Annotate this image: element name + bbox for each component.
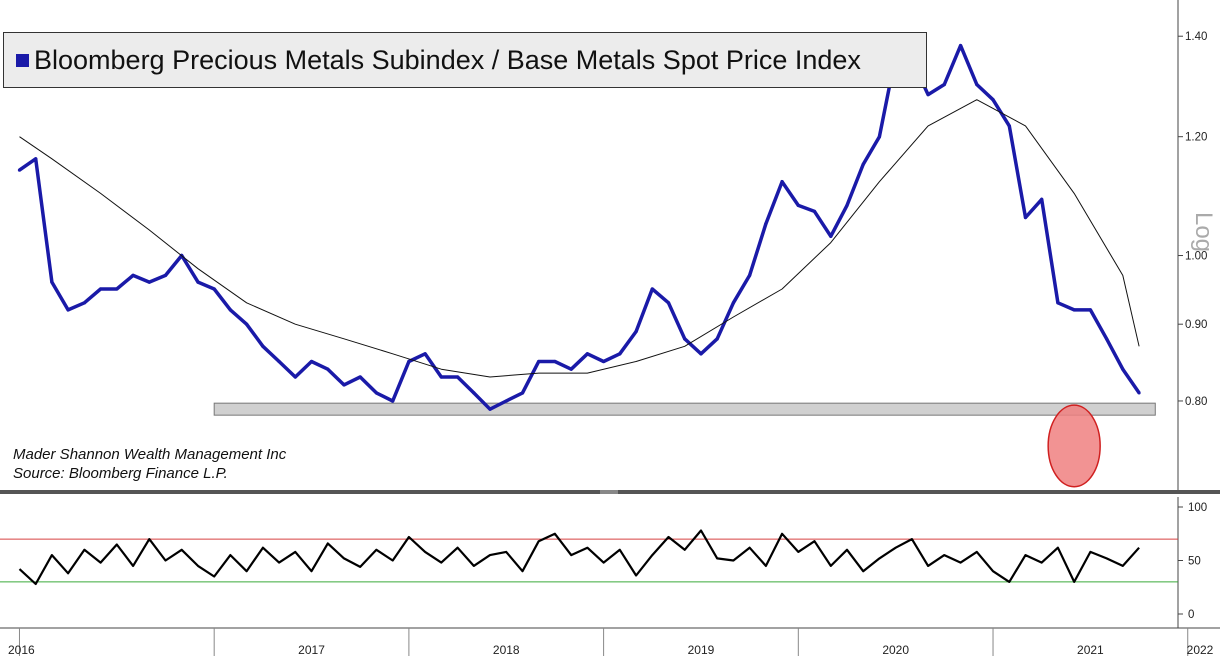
ratio-point — [926, 93, 930, 97]
ratio-point — [115, 287, 119, 291]
ratio-point — [1056, 301, 1060, 305]
ratio-point — [958, 43, 963, 48]
ratio-point — [1072, 308, 1076, 312]
ratio-point — [845, 203, 849, 207]
ratio-point — [1088, 308, 1092, 312]
year-label-6: 2022 — [1187, 643, 1214, 656]
ratio-point — [82, 301, 86, 305]
ratio-point — [699, 352, 703, 356]
ratio-point — [634, 329, 638, 334]
support-band — [213, 402, 1156, 416]
ratio-point — [342, 383, 346, 387]
ratio-point — [618, 352, 622, 356]
ratio-point — [472, 391, 476, 395]
legend-swatch — [16, 53, 29, 67]
ratio-point — [17, 168, 22, 172]
ratio-point — [196, 280, 200, 284]
ratio-point — [245, 322, 249, 326]
y-tick-label-3: 1.20 — [1185, 132, 1207, 144]
rsi-tick-label-2: 100 — [1188, 502, 1207, 514]
ratio-point — [99, 287, 103, 291]
ratio-point — [715, 337, 719, 341]
year-label-1: 2017 — [298, 643, 325, 656]
ratio-point — [602, 359, 606, 364]
ratio-point — [277, 359, 281, 364]
ratio-point — [553, 359, 557, 364]
time-axis-labels: 2016 2017 2018 2019 2020 2021 2022 — [8, 628, 1214, 656]
ratio-point — [812, 209, 817, 214]
ratio-point — [326, 367, 330, 371]
credit-firm: Mader Shannon Wealth Management Inc — [13, 446, 287, 463]
ratio-point — [147, 280, 151, 284]
ratio-point — [131, 273, 135, 277]
credit-source: Source: Bloomberg Finance L.P. — [13, 465, 228, 482]
year-label-3: 2019 — [688, 643, 715, 656]
moving-average-line — [19, 99, 1140, 378]
ratio-point — [455, 375, 460, 379]
ratio-point — [66, 308, 70, 312]
ratio-point — [942, 82, 946, 87]
ratio-point — [504, 399, 508, 403]
ratio-point — [520, 391, 525, 395]
year-label-2: 2018 — [493, 643, 520, 656]
y-tick-label-0: 0.80 — [1185, 396, 1207, 408]
chart-credits: Mader Shannon Wealth Management Inc Sour… — [13, 445, 286, 483]
year-label-5: 2021 — [1077, 643, 1104, 656]
ratio-point — [537, 359, 541, 364]
ratio-point — [666, 301, 671, 305]
ratio-point — [423, 352, 427, 356]
ratio-point — [228, 308, 233, 312]
ratio-series-line — [18, 43, 1141, 411]
ratio-point — [585, 352, 589, 356]
ratio-point — [1023, 215, 1028, 220]
panel-divider-handle[interactable] — [600, 490, 618, 494]
ratio-point — [293, 375, 297, 379]
rsi-tick-label-1: 50 — [1188, 556, 1201, 568]
main-panel: 0.80 0.90 1.00 1.20 1.40 — [17, 31, 1207, 488]
log-scale-label: Log — [1190, 212, 1217, 252]
chart-legend: Bloomberg Precious Metals Subindex / Bas… — [3, 32, 927, 88]
ratio-point — [34, 157, 38, 161]
rsi-panel: 0 50 100 — [0, 502, 1207, 621]
ratio-point — [261, 344, 265, 348]
ratio-point — [748, 273, 752, 277]
rsi-line — [18, 529, 1140, 586]
ratio-point — [731, 301, 736, 305]
ratio-point — [212, 287, 216, 291]
ratio-point — [991, 98, 995, 102]
ratio-point — [163, 273, 168, 277]
ratio-point — [569, 367, 573, 371]
ratio-point — [877, 135, 882, 139]
ratio-point — [1007, 124, 1011, 128]
ratio-point — [358, 375, 362, 379]
ratio-point — [391, 399, 395, 403]
ratio-point — [975, 82, 979, 87]
ratio-point — [683, 337, 687, 341]
ratio-point — [50, 280, 54, 284]
ratio-point — [764, 222, 768, 226]
ratio-point — [796, 203, 800, 207]
ratio-point — [309, 359, 314, 364]
y-tick-label-4: 1.40 — [1185, 31, 1207, 43]
y-tick-label-1: 0.90 — [1185, 319, 1207, 331]
legend-label: Bloomberg Precious Metals Subindex / Bas… — [34, 44, 861, 75]
y-tick-label-2: 1.00 — [1185, 251, 1207, 263]
ratio-point — [407, 359, 411, 364]
rsi-tick-label-0: 0 — [1188, 609, 1194, 621]
chart-canvas: Log 0.80 0.90 1.00 1.20 1.40 0 50 100 2016 2017… — [0, 0, 1220, 656]
ratio-point — [650, 287, 654, 291]
year-label-4: 2020 — [882, 643, 909, 656]
year-label-0: 2016 — [8, 643, 35, 656]
ratio-point — [488, 407, 492, 411]
ratio-point — [829, 234, 833, 238]
ratio-point — [780, 180, 784, 184]
ratio-point — [1121, 367, 1125, 371]
highlight-circle — [1047, 404, 1101, 488]
ratio-point — [439, 375, 443, 379]
ratio-point — [861, 162, 865, 167]
ratio-point — [1105, 337, 1109, 341]
ratio-point — [1040, 197, 1044, 201]
ratio-point — [1137, 391, 1141, 395]
ratio-point — [374, 391, 379, 395]
